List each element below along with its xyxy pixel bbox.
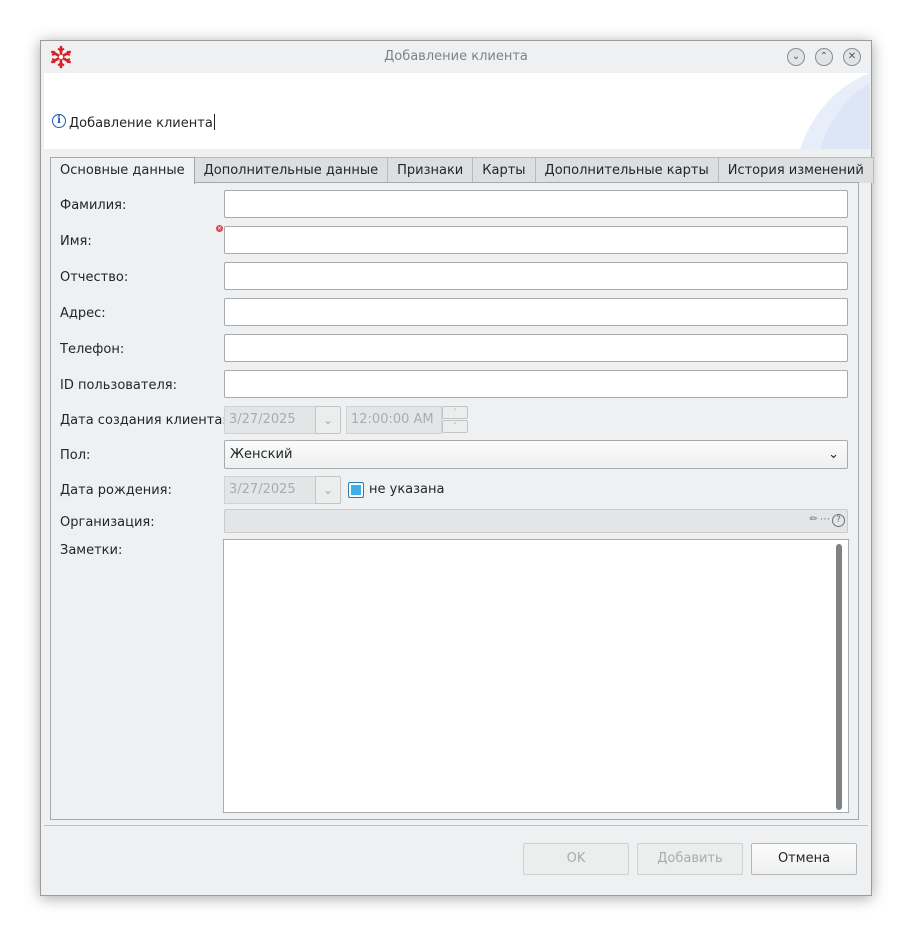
phone-field[interactable] [224,334,848,362]
header-message: Добавление клиента [69,116,213,131]
add-client-dialog: Добавление клиента ⌄ ⌃ ✕ i Добавление кл… [40,40,874,896]
footer-divider [44,825,868,826]
middle-name-field[interactable] [224,262,848,290]
time-spin-up-button[interactable]: ˄ [442,406,468,419]
close-icon: ✕ [847,51,857,62]
user-id-label: ID пользователя: [60,378,177,393]
basic-data-panel: Фамилия: Имя: × Отчество: Адрес: Телефон… [50,182,859,820]
chevron-up-icon: ˄ [453,408,457,416]
more-icon[interactable]: ⋯ [820,513,830,527]
header-decoration [800,73,870,149]
last-name-field[interactable] [224,190,848,218]
birth-date-dropdown-button[interactable]: ⌄ [315,476,341,504]
first-name-field[interactable] [224,226,848,254]
dialog-header: i Добавление клиента [44,73,870,149]
chevron-down-icon: ˅ [453,422,457,430]
add-button[interactable]: Добавить [637,843,743,875]
notes-textarea[interactable] [223,539,849,813]
address-field[interactable] [224,298,848,326]
minimize-button[interactable]: ⌄ [787,48,805,66]
address-label: Адрес: [60,306,106,321]
created-date-label: Дата создания клиента: [60,413,227,428]
notes-scrollbar[interactable] [836,544,842,810]
help-icon[interactable]: ? [832,513,845,527]
organization-actions: ✏ ⋯ ? [810,513,845,527]
created-date-field[interactable]: 3/27/2025 [224,406,316,434]
notes-label: Заметки: [60,543,123,558]
tab-additional-cards[interactable]: Дополнительные карты [534,157,719,183]
gender-value: Женский [230,447,293,462]
tab-cards[interactable]: Карты [472,157,536,183]
ok-button[interactable]: OK [523,843,629,875]
chevron-down-icon: ⌄ [322,483,334,497]
time-spin-down-button[interactable]: ˅ [442,420,468,433]
eraser-icon[interactable]: ✏ [810,513,818,527]
chevron-down-icon: ⌄ [791,51,801,62]
birth-date-unspecified-label[interactable]: не указана [369,482,445,497]
gender-select[interactable]: Женский ⌄ [224,440,848,469]
required-error-icon: × [216,225,223,232]
organization-label: Организация: [60,515,155,530]
window-title: Добавление клиента [384,49,528,64]
chevron-down-icon: ⌄ [828,447,839,462]
tab-bar: Основные данные Дополнительные данные Пр… [50,157,874,184]
info-icon: i [52,114,66,128]
birth-date-field[interactable]: 3/27/2025 [224,476,316,504]
first-name-label: Имя: [60,234,92,249]
close-button[interactable]: ✕ [843,48,861,66]
birth-date-unspecified-checkbox[interactable] [348,482,364,498]
maximize-button[interactable]: ⌃ [815,48,833,66]
chevron-down-icon: ⌄ [322,413,334,427]
last-name-label: Фамилия: [60,198,127,213]
tab-attributes[interactable]: Признаки [387,157,474,183]
user-id-field[interactable] [224,370,848,398]
chevron-up-icon: ⌃ [819,51,829,62]
tab-change-history[interactable]: История изменений [717,157,874,183]
phone-label: Телефон: [60,342,125,357]
created-time-field[interactable]: 12:00:00 AM [346,406,442,434]
tab-basic-data[interactable]: Основные данные [50,157,195,184]
birth-date-label: Дата рождения: [60,483,172,498]
organization-field[interactable]: ✏ ⋯ ? [224,509,848,533]
tab-additional-data[interactable]: Дополнительные данные [193,157,389,183]
cancel-button[interactable]: Отмена [751,843,857,875]
gender-label: Пол: [60,448,91,463]
title-bar[interactable]: Добавление клиента ⌄ ⌃ ✕ [41,41,871,73]
created-date-dropdown-button[interactable]: ⌄ [315,406,341,434]
middle-name-label: Отчество: [60,270,129,285]
